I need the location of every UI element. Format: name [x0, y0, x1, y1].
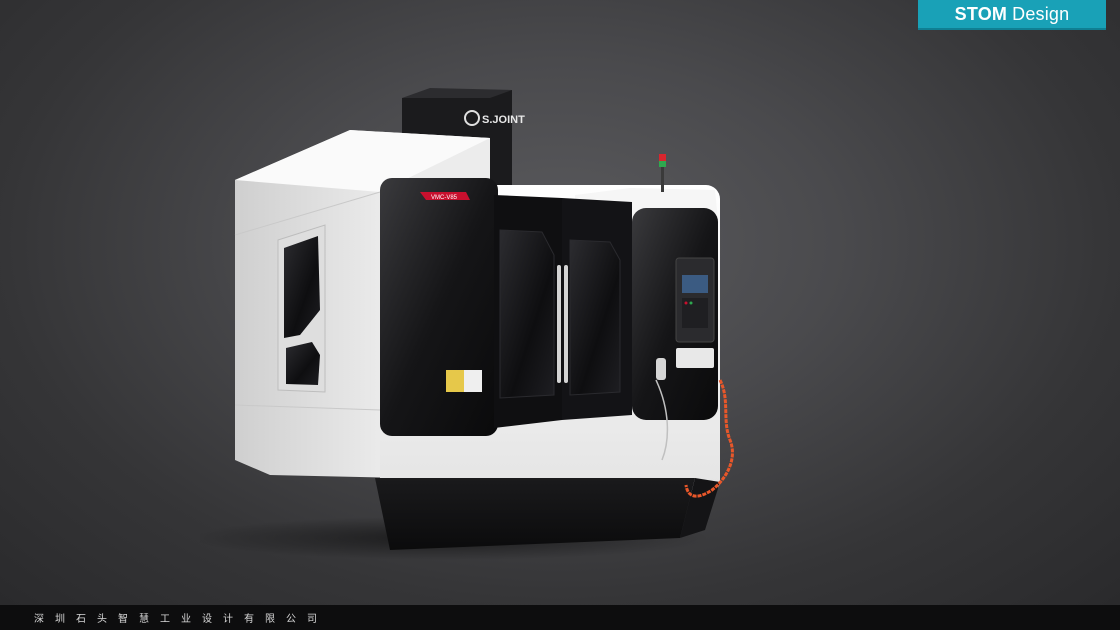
front-black-panel: VMC-V85	[380, 178, 632, 436]
footer-bar: 深圳石头智慧工业设计有限公司	[0, 605, 1120, 630]
control-screen	[682, 275, 708, 293]
brand-badge: STOM Design	[918, 0, 1106, 30]
model-badge: VMC-V85	[420, 192, 470, 201]
signal-light-red	[659, 154, 666, 161]
cnc-machine-render: S.JOINT VMC-V85	[200, 88, 734, 560]
company-name: 深圳石头智慧工业设计有限公司	[34, 614, 328, 625]
brand-name-light: Design	[1012, 3, 1070, 24]
signal-light-green	[659, 161, 666, 167]
info-label	[464, 370, 482, 392]
control-knob	[656, 358, 666, 380]
model-badge-text: VMC-V85	[431, 195, 458, 201]
logo-text: S.JOINT	[482, 114, 525, 126]
brand-name-bold: STOM	[954, 3, 1008, 24]
product-render-stage: STOM Design S.JOINT VMC-V85	[0, 0, 1120, 605]
warning-label	[446, 370, 464, 392]
